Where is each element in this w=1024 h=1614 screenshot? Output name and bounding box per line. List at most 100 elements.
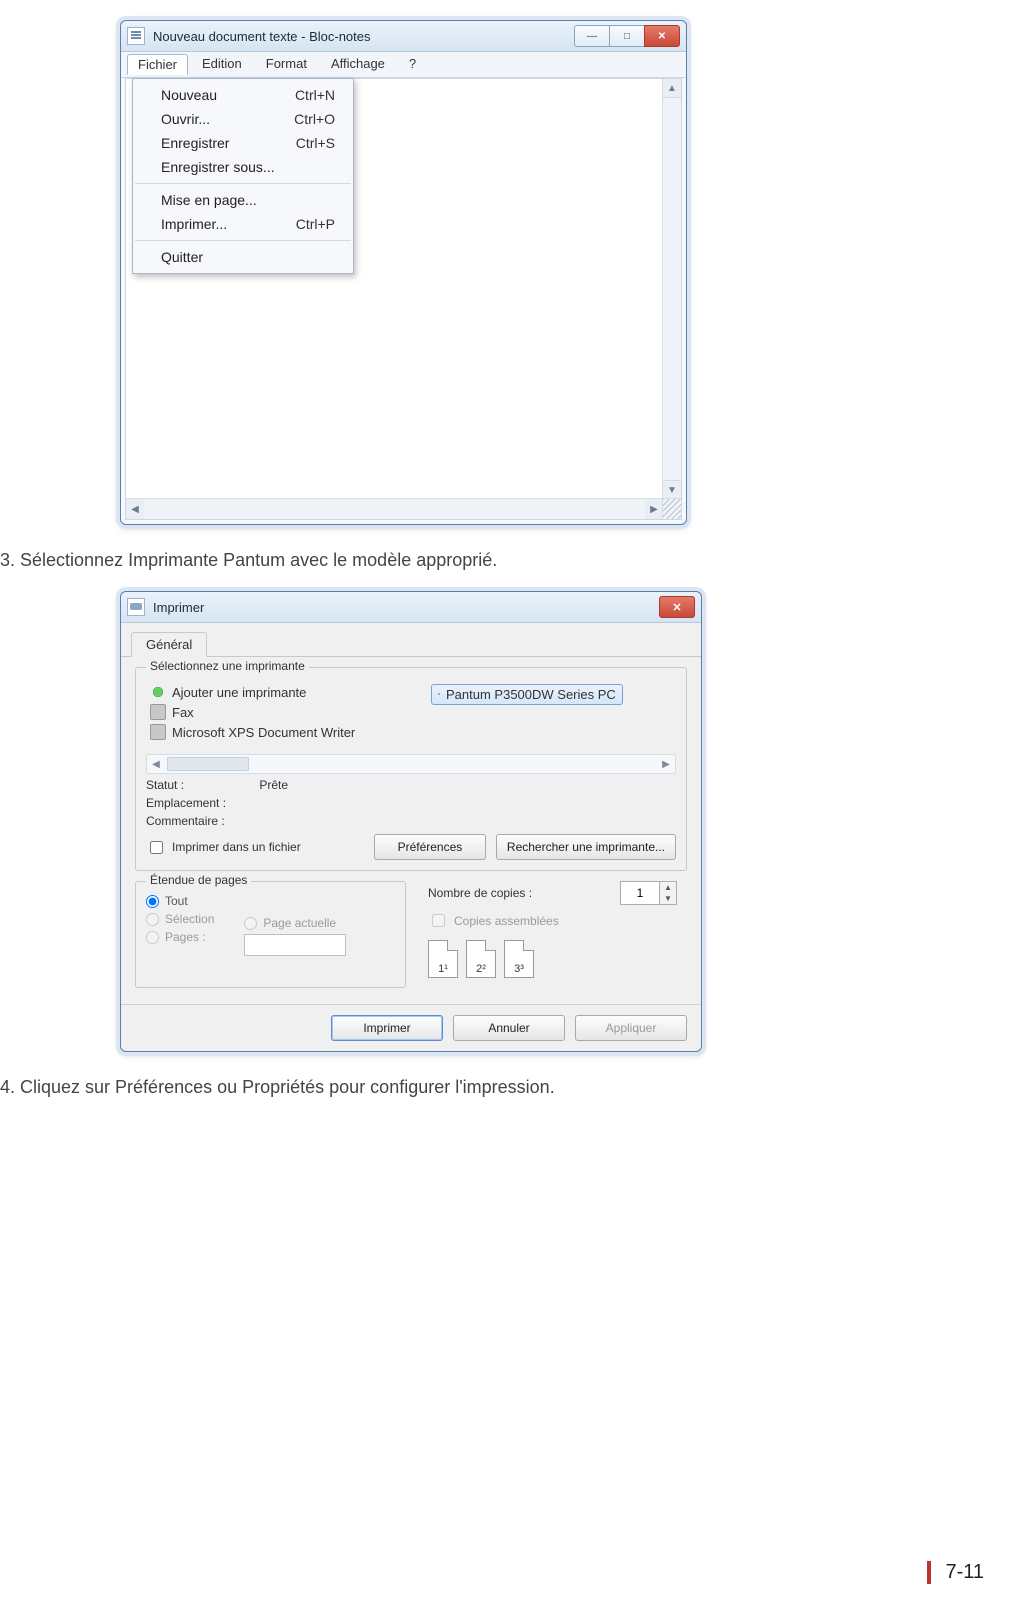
menu-item-label: Mise en page... — [161, 192, 257, 208]
close-button[interactable]: ✕ — [644, 25, 680, 47]
menu-item-label: Nouveau — [161, 87, 217, 103]
instruction-step3: 3. Sélectionnez Imprimante Pantum avec l… — [0, 550, 1024, 571]
collate-illustration: 1¹ 2² 3³ — [428, 940, 677, 978]
add-printer-icon — [150, 684, 166, 700]
scroll-left-icon[interactable]: ◀ — [126, 499, 144, 519]
status-label: Statut : — [146, 778, 256, 792]
scroll-right-icon[interactable]: ▶ — [657, 759, 675, 770]
menu-item-label: Ouvrir... — [161, 111, 210, 127]
instruction-step4: 4. Cliquez sur Préférences ou Propriétés… — [0, 1077, 1024, 1098]
group-label: Étendue de pages — [146, 873, 251, 887]
print-dialog: Imprimer ✕ Général Sélectionnez une impr… — [120, 591, 702, 1052]
printer-icon — [127, 598, 145, 616]
page-icon: 2² — [466, 940, 496, 978]
scroll-down-icon[interactable]: ▼ — [663, 480, 681, 499]
menu-aide[interactable]: ? — [399, 54, 426, 75]
printer-item-xps[interactable]: Microsoft XPS Document Writer — [150, 722, 391, 742]
dialog-buttons: Imprimer Annuler Appliquer — [121, 1004, 701, 1051]
horizontal-scrollbar[interactable]: ◀ ▶ — [126, 498, 663, 519]
print-button[interactable]: Imprimer — [331, 1015, 443, 1041]
range-current-radio — [244, 917, 257, 930]
apply-button: Appliquer — [575, 1015, 687, 1041]
status-value: Prête — [259, 778, 288, 792]
notepad-window: Nouveau document texte - Bloc-notes — □ … — [120, 20, 687, 525]
print-to-file-label: Imprimer dans un fichier — [172, 840, 301, 854]
menu-item-label: Imprimer... — [161, 216, 227, 232]
range-all[interactable]: Tout — [146, 894, 214, 908]
menu-item-shortcut: Ctrl+O — [294, 111, 335, 127]
menu-item-shortcut: Ctrl+N — [295, 87, 335, 103]
pages-input — [244, 934, 346, 956]
range-all-radio[interactable] — [146, 895, 159, 908]
scroll-up-icon[interactable]: ▲ — [663, 79, 681, 98]
group-label: Sélectionnez une imprimante — [146, 659, 309, 673]
menu-affichage[interactable]: Affichage — [321, 54, 395, 75]
menu-format[interactable]: Format — [256, 54, 317, 75]
copies-value[interactable] — [621, 882, 659, 904]
menu-item-label: Enregistrer sous... — [161, 159, 275, 175]
printer-icon — [150, 724, 166, 740]
copies-spinner[interactable]: ▲ ▼ — [620, 881, 677, 905]
collate-checkbox: Copies assemblées — [428, 911, 677, 930]
range-all-label: Tout — [165, 894, 188, 908]
menu-separator — [135, 240, 351, 241]
minimize-button[interactable]: — — [574, 25, 610, 47]
page-icon: 1¹ — [428, 940, 458, 978]
printer-list-scrollbar[interactable]: ◀ ▶ — [146, 754, 676, 774]
resize-grip-icon[interactable] — [662, 498, 681, 519]
menu-item-nouveau[interactable]: Nouveau Ctrl+N — [133, 83, 353, 107]
page-icon: 3³ — [504, 940, 534, 978]
scroll-thumb[interactable] — [167, 757, 249, 771]
vertical-scrollbar[interactable]: ▲ ▼ — [662, 79, 681, 499]
fax-icon — [150, 704, 166, 720]
menubar: Fichier Edition Format Affichage ? — [121, 52, 686, 78]
range-current: Page actuelle — [244, 916, 346, 930]
close-button[interactable]: ✕ — [659, 596, 695, 618]
menu-item-shortcut: Ctrl+S — [296, 135, 335, 151]
preferences-button[interactable]: Préférences — [374, 834, 486, 860]
menu-edition[interactable]: Edition — [192, 54, 252, 75]
spinner-up-icon[interactable]: ▲ — [660, 882, 676, 893]
collate-label: Copies assemblées — [454, 914, 559, 928]
range-pages: Pages : — [146, 930, 214, 944]
page-range-group: Étendue de pages Tout Sélection — [135, 881, 406, 988]
spinner-down-icon[interactable]: ▼ — [660, 893, 676, 904]
notepad-title: Nouveau document texte - Bloc-notes — [153, 29, 575, 44]
range-pages-radio — [146, 931, 159, 944]
print-to-file-input[interactable] — [150, 841, 163, 854]
printer-item-pantum-selected[interactable]: Pantum P3500DW Series PC — [431, 684, 623, 705]
cancel-button[interactable]: Annuler — [453, 1015, 565, 1041]
scroll-right-icon[interactable]: ▶ — [645, 499, 663, 519]
menu-item-enregistrer-sous[interactable]: Enregistrer sous... — [133, 155, 353, 179]
location-label: Emplacement : — [146, 796, 256, 810]
menu-item-quitter[interactable]: Quitter — [133, 245, 353, 269]
menu-item-mise-en-page[interactable]: Mise en page... — [133, 188, 353, 212]
page-number: 7-11 — [927, 1561, 984, 1584]
find-printer-button[interactable]: Rechercher une imprimante... — [496, 834, 676, 860]
print-dialog-titlebar: Imprimer ✕ — [121, 592, 701, 623]
range-current-label: Page actuelle — [263, 916, 336, 930]
printer-item-fax[interactable]: Fax — [150, 702, 391, 722]
tab-strip: Général — [121, 623, 701, 657]
notepad-textarea[interactable]: Nouveau Ctrl+N Ouvrir... Ctrl+O Enregist… — [125, 78, 682, 520]
scroll-left-icon[interactable]: ◀ — [147, 759, 165, 770]
printer-icon — [438, 693, 440, 695]
maximize-button[interactable]: □ — [609, 25, 645, 47]
range-selection-label: Sélection — [165, 912, 214, 926]
printer-label: Microsoft XPS Document Writer — [172, 725, 355, 740]
printer-label: Fax — [172, 705, 194, 720]
printer-label: Pantum P3500DW Series PC — [446, 687, 616, 702]
menu-item-shortcut: Ctrl+P — [296, 216, 335, 232]
menu-item-ouvrir[interactable]: Ouvrir... Ctrl+O — [133, 107, 353, 131]
printer-item-add[interactable]: Ajouter une imprimante — [150, 682, 391, 702]
notepad-icon — [127, 27, 145, 45]
menu-item-imprimer[interactable]: Imprimer... Ctrl+P — [133, 212, 353, 236]
print-to-file-checkbox[interactable]: Imprimer dans un fichier — [146, 838, 301, 857]
print-dialog-title: Imprimer — [153, 600, 659, 615]
copies-group: Nombre de copies : ▲ ▼ Copies assembl — [418, 881, 687, 988]
range-selection: Sélection — [146, 912, 214, 926]
menu-fichier[interactable]: Fichier — [127, 54, 188, 75]
menu-item-enregistrer[interactable]: Enregistrer Ctrl+S — [133, 131, 353, 155]
tab-general[interactable]: Général — [131, 632, 207, 657]
menu-item-label: Enregistrer — [161, 135, 229, 151]
